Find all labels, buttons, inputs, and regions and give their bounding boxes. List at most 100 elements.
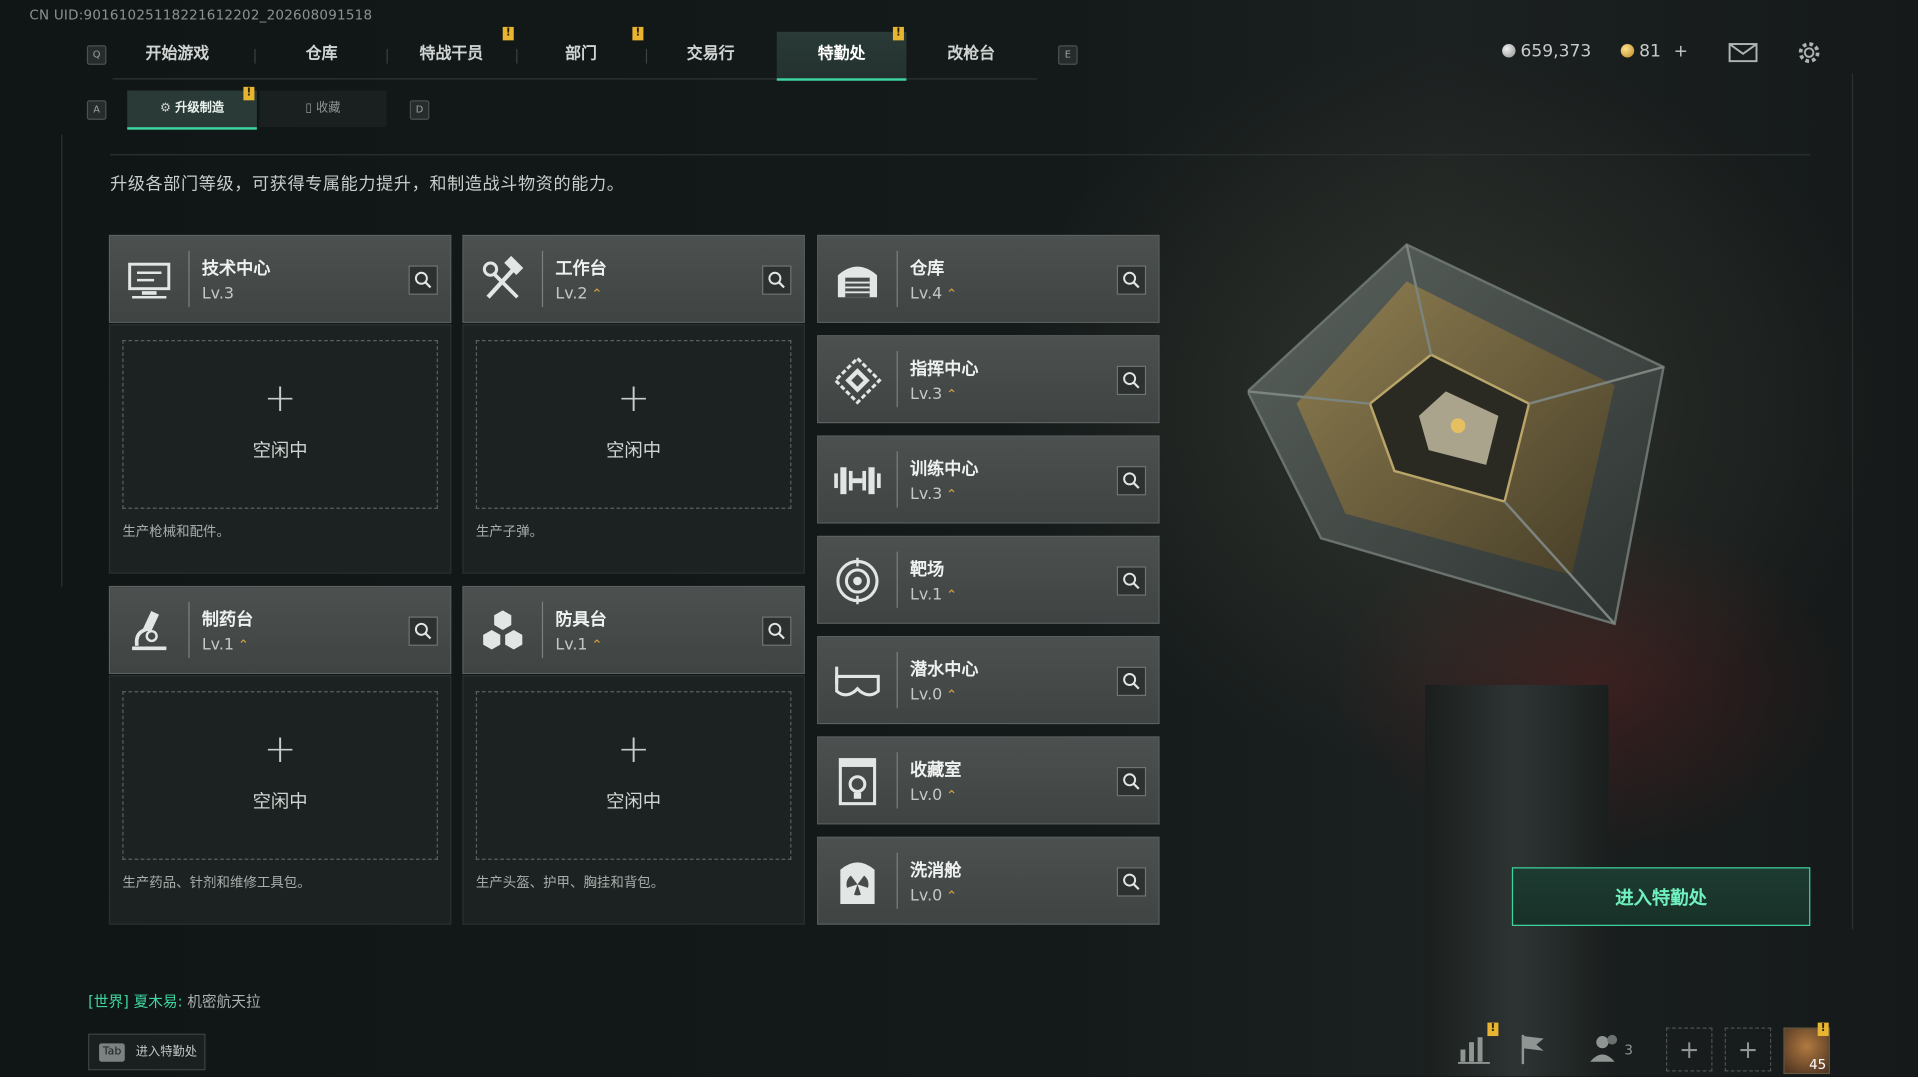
card-divider [188, 250, 190, 308]
tab-warehouse[interactable]: 仓库 [257, 32, 387, 78]
search-icon[interactable] [1116, 666, 1147, 697]
upgrade-chevron-icon: ⌃ [945, 486, 958, 503]
gear-icon[interactable] [1796, 39, 1823, 66]
facility-level: Lv.4 ⌃ [910, 285, 958, 304]
upgrade-craft-alert-badge: ! [243, 86, 255, 101]
card-divider [896, 351, 898, 408]
station-panel-tech-center: + 空闲中 生产枪械和配件。 [108, 324, 452, 574]
facility-level: Lv.3 ⌃ [910, 385, 958, 404]
facility-level: Lv.1 ⌃ [910, 585, 958, 605]
station-card-tech-center[interactable]: 技术中心 Lv.3 [108, 234, 452, 323]
facility-card-shooting-range[interactable]: 靶场 Lv.1 ⌃ [817, 535, 1160, 624]
production-slot[interactable]: + 空闲中 [475, 340, 792, 509]
avatar-alert-badge: ! [1817, 1022, 1829, 1037]
facility-name: 洗消舱 [910, 861, 962, 881]
slot-status: 空闲中 [606, 439, 662, 462]
subtab-collection[interactable]: ▯ 收藏 [259, 90, 387, 128]
hud-line [61, 134, 63, 588]
search-icon[interactable] [1116, 466, 1147, 496]
flag-icon[interactable] [1512, 1027, 1554, 1069]
facility-card-warehouse[interactable]: 仓库 Lv.4 ⌃ [817, 234, 1160, 323]
station-description: 生产子弹。 [475, 523, 544, 540]
token-balance[interactable]: 81 + [1620, 41, 1688, 62]
facility-card-command-center[interactable]: 指挥中心 Lv.3 ⌃ [817, 335, 1160, 424]
station-description: 生产枪械和配件。 [122, 523, 230, 540]
station-level: Lv.1 ⌃ [201, 636, 249, 655]
nav-prev-key-hint[interactable]: Q [86, 45, 107, 65]
chat-channel: [世界] [88, 993, 129, 1011]
search-icon[interactable] [1116, 867, 1147, 897]
tab-operators[interactable]: 特战干员 [387, 32, 517, 78]
facility-name: 训练中心 [910, 459, 979, 480]
station-name: 制药台 [201, 610, 254, 630]
station-description: 生产头盔、护甲、胸挂和背包。 [475, 874, 665, 891]
station-card-armor[interactable]: 防具台 Lv.1 ⌃ [462, 585, 805, 674]
search-icon[interactable] [762, 616, 792, 646]
facility-card-training-center[interactable]: 训练中心 Lv.3 ⌃ [817, 435, 1160, 524]
card-divider [896, 250, 898, 308]
mail-icon[interactable] [1728, 43, 1758, 63]
header-divider [110, 154, 1811, 156]
slot-status: 空闲中 [252, 439, 308, 462]
search-icon[interactable] [1116, 265, 1147, 295]
station-description: 生产药品、针剂和维修工具包。 [122, 874, 311, 891]
add-token-button[interactable]: + [1674, 42, 1688, 62]
craft-icon: ⚙ [159, 101, 171, 115]
facility-card-decon-chamber[interactable]: 洗消舱 Lv.0 ⌃ [817, 836, 1160, 925]
search-icon[interactable] [1116, 365, 1147, 396]
special-ops-cube-illustration [1247, 243, 1665, 626]
computer-icon [128, 262, 171, 299]
world-chat-message[interactable]: [世界] 夏木易: 机密航天拉 [88, 991, 261, 1012]
facility-card-diving-center[interactable]: 潜水中心 Lv.0 ⌃ [817, 636, 1160, 725]
station-card-workbench[interactable]: 工作台 Lv.2 ⌃ [462, 234, 805, 323]
nav-next-key-hint[interactable]: E [1058, 45, 1078, 65]
subnav-next-key-hint[interactable]: D [409, 100, 430, 120]
player-level: 45 [1809, 1056, 1827, 1073]
station-panel-armor: + 空闲中 生产头盔、护甲、胸挂和背包。 [462, 675, 805, 925]
card-divider [541, 601, 544, 659]
production-slot[interactable]: + 空闲中 [475, 691, 792, 860]
search-icon[interactable] [1116, 766, 1147, 797]
card-divider [896, 651, 898, 709]
subtab-upgrade-craft[interactable]: ⚙ 升级制造 [127, 90, 257, 130]
tab-start-game[interactable]: 开始游戏 [113, 32, 243, 78]
production-slot[interactable]: + 空闲中 [122, 340, 438, 509]
search-icon[interactable] [762, 265, 792, 295]
add-production-icon: + [617, 374, 651, 421]
tab-department[interactable]: 部门 [516, 32, 646, 78]
tab-special-ops[interactable]: 特勤处 [776, 31, 907, 81]
tab-hint[interactable]: Tab 进入特勤处 [88, 1033, 206, 1071]
radiation-icon [840, 862, 875, 904]
chat-text: 机密航天拉 [187, 993, 261, 1011]
hafcoin-balance[interactable]: 659,373 [1502, 42, 1591, 61]
token-amount: 81 [1639, 41, 1661, 62]
nav-divider [254, 48, 256, 64]
add-slot-button[interactable]: + [1724, 1027, 1772, 1072]
command-icon [833, 356, 882, 405]
facility-level: Lv.3 ⌃ [910, 485, 958, 504]
production-slot[interactable]: + 空闲中 [122, 691, 438, 860]
search-icon[interactable] [408, 265, 438, 295]
facility-name: 收藏室 [910, 760, 962, 781]
station-name: 技术中心 [201, 259, 271, 279]
friends-icon[interactable] [1585, 1027, 1627, 1069]
page-description: 升级各部门等级，可获得专属能力提升，和制造战斗物资的能力。 [110, 174, 625, 195]
search-icon[interactable] [408, 616, 438, 646]
diving-mask-icon [835, 666, 880, 697]
microscope-icon [132, 610, 167, 651]
upgrade-chevron-icon: ⌃ [945, 687, 958, 704]
search-icon[interactable] [1116, 566, 1147, 596]
station-card-pharmacy[interactable]: 制药台 Lv.1 ⌃ [108, 585, 452, 674]
add-slot-button[interactable]: + [1665, 1027, 1713, 1072]
tools-icon [482, 255, 524, 299]
facility-card-collection-room[interactable]: 收藏室 Lv.0 ⌃ [817, 736, 1160, 825]
subnav-prev-key-hint[interactable]: A [86, 100, 107, 120]
player-uid: CN UID:9016102511822161220​2_20260809151… [29, 7, 373, 24]
enter-special-ops-button[interactable]: 进入特勤处 [1511, 867, 1811, 926]
station-panel-pharmacy: + 空闲中 生产药品、针剂和维修工具包。 [108, 675, 452, 925]
tab-gunsmith[interactable]: 改枪台 [906, 32, 1036, 78]
card-divider [896, 551, 898, 608]
card-divider [541, 250, 544, 308]
tab-trading[interactable]: 交易行 [646, 32, 776, 78]
facility-level: Lv.0 ⌃ [910, 686, 958, 705]
